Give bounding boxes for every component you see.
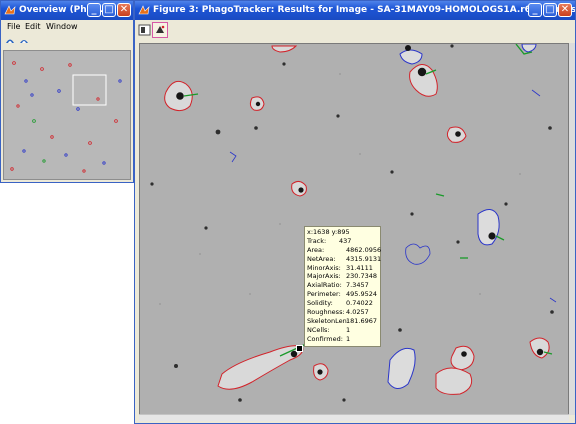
close-button[interactable]: ✕ (117, 3, 131, 17)
datatip-key: Roughness: (307, 308, 345, 317)
datatip-value: 4862.0956 (346, 245, 382, 254)
datatip-value: 31.4111 (346, 263, 373, 272)
datatip-value: 4315.9131 (346, 254, 382, 263)
matlab-icon (138, 5, 150, 15)
datatip-key: MajorAxis: (307, 272, 341, 281)
menu-edit[interactable]: Edit (25, 20, 41, 34)
datatip-value: 181.6967 (346, 316, 378, 325)
datatip-key: NetArea: (307, 254, 336, 263)
horizontal-scrollbar[interactable] (139, 414, 569, 421)
overview-window: Overview (Pha... _ □ ✕ File Edit Window (0, 0, 134, 183)
figure-window: Figure 3: PhagoTracker: Results for Imag… (134, 0, 576, 424)
menu-file[interactable]: File (7, 20, 20, 34)
overview-title-bar[interactable]: Overview (Pha... _ □ ✕ (1, 1, 133, 20)
datatip-key: AxialRatio: (307, 281, 342, 290)
data-cursor-icon[interactable] (137, 22, 153, 38)
matlab-icon (4, 5, 16, 15)
datatip-key: MinorAxis: (307, 263, 341, 272)
datatip-key: Track: (307, 236, 327, 245)
datatip-value: 230.7348 (346, 272, 378, 281)
datatip-key: Perimeter: (307, 290, 341, 299)
datatip-value: 1 (346, 325, 351, 334)
datatip-key: SkeletonLen: (307, 316, 349, 325)
datatip-value: 4.0257 (346, 308, 369, 317)
overview-toolbar (1, 34, 133, 46)
datatip-key: Solidity: (307, 299, 333, 308)
overview-image (4, 51, 130, 179)
datatip-coords: x:1638 y:895 (307, 228, 350, 236)
datatip-value: 7.3457 (346, 281, 369, 290)
menu-window[interactable]: Window (46, 20, 78, 34)
figure-title-bar[interactable]: Figure 3: PhagoTracker: Results for Imag… (135, 1, 575, 20)
maximize-button[interactable]: □ (543, 3, 557, 17)
close-button[interactable]: ✕ (558, 3, 572, 17)
vertical-scrollbar[interactable] (569, 43, 575, 415)
datatip-value: 495.9524 (346, 290, 378, 299)
zoom-in-icon[interactable] (5, 36, 15, 44)
datatip-value: 0.74022 (346, 299, 373, 308)
minimize-button[interactable]: _ (87, 3, 101, 17)
datatip-box[interactable]: x:1638 y:895 Track: 437 Area: 4862.0956 Ne… (304, 226, 381, 347)
datatip-value: 1 (346, 334, 351, 343)
datatip-icon[interactable] (152, 22, 168, 38)
figure-toolbar (135, 20, 575, 42)
datatip-key: NCells: (307, 325, 330, 334)
overview-menubar: File Edit Window (1, 20, 133, 34)
datatip-key: Confirmed: (307, 334, 343, 343)
figure-title: Figure 3: PhagoTracker: Results for Imag… (153, 5, 575, 15)
datatip-key: Area: (307, 245, 325, 254)
minimize-button[interactable]: _ (528, 3, 542, 17)
datatip-marker[interactable] (296, 345, 303, 352)
datatip-value: 437 (339, 236, 352, 245)
overview-thumbnail[interactable] (3, 50, 131, 180)
maximize-button[interactable]: □ (102, 3, 116, 17)
zoom-out-icon[interactable] (19, 36, 29, 44)
